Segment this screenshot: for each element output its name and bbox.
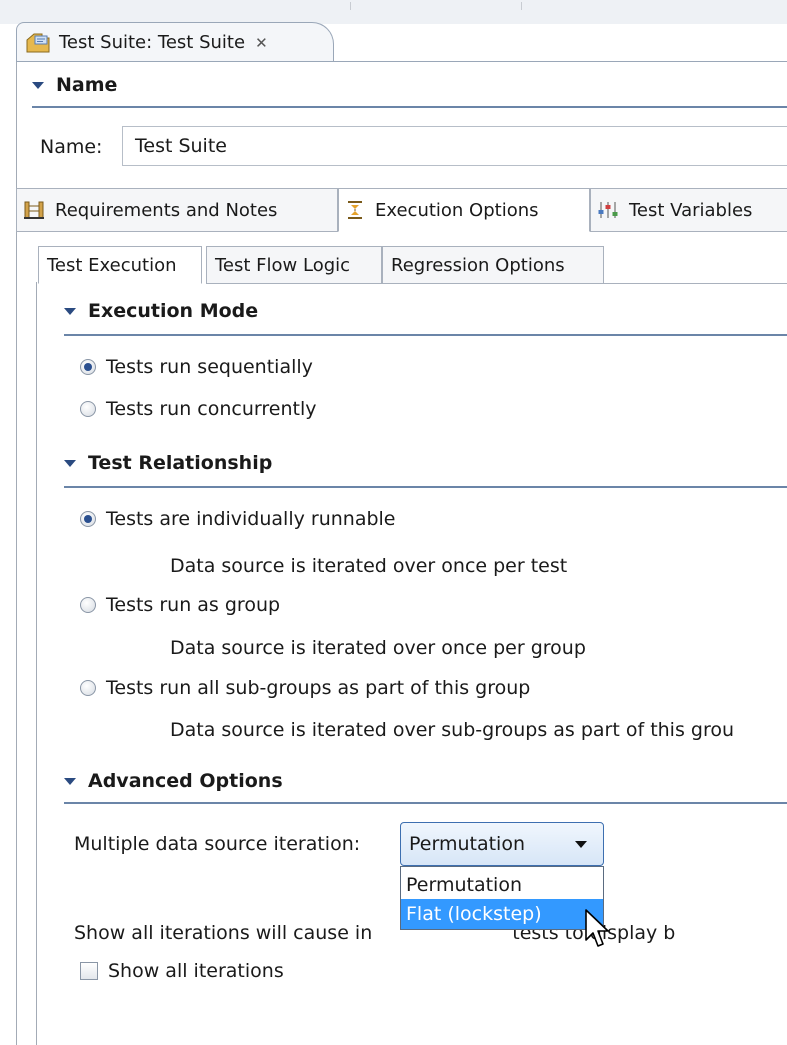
subtab-test-execution[interactable]: Test Execution	[38, 246, 202, 284]
radio-tests-run-concurrently[interactable]: Tests run concurrently	[80, 398, 316, 420]
test-relationship-header[interactable]: Test Relationship	[64, 452, 272, 474]
tab-label: Execution Options	[375, 199, 539, 221]
section-divider	[32, 106, 787, 108]
subtab-label: Regression Options	[391, 254, 565, 276]
execution-mode-header[interactable]: Execution Mode	[64, 300, 258, 322]
checkbox-label: Show all iterations	[108, 960, 284, 982]
advanced-options-title: Advanced Options	[88, 770, 283, 792]
subtab-baseline	[604, 283, 787, 284]
collapse-triangle-icon	[64, 777, 76, 785]
option-description: Data source is iterated over sub-groups …	[170, 719, 735, 741]
collapse-triangle-icon	[64, 307, 76, 315]
mouse-pointer-icon	[585, 909, 609, 947]
editor-tab-title: Test Suite: Test Suite	[59, 32, 246, 53]
iteration-label: Multiple data source iteration:	[74, 833, 361, 855]
name-section-title: Name	[56, 74, 118, 96]
radio-tests-individually-runnable[interactable]: Tests are individually runnable	[80, 508, 396, 530]
subtab-test-flow-logic[interactable]: Test Flow Logic	[206, 246, 382, 284]
radio-tests-run-sequentially[interactable]: Tests run sequentially	[80, 356, 313, 378]
radio-label: Tests run sequentially	[106, 356, 313, 378]
collapse-triangle-icon	[32, 81, 44, 89]
toolbar-separator	[521, 2, 522, 10]
radio-unselected-icon	[80, 597, 96, 613]
radio-label: Tests run concurrently	[106, 398, 317, 420]
test-suite-icon	[26, 33, 50, 52]
radio-unselected-icon	[80, 401, 96, 417]
show-all-iterations-checkbox[interactable]: Show all iterations	[80, 960, 284, 982]
radio-label: Tests run as group	[106, 594, 281, 616]
checkbox-unchecked-icon	[80, 962, 98, 980]
tab-requirements-and-notes[interactable]: Requirements and Notes	[16, 188, 338, 232]
tab-label: Requirements and Notes	[55, 199, 278, 221]
option-description: Data source is iterated over once per te…	[170, 555, 568, 577]
radio-selected-icon	[80, 359, 96, 375]
radio-tests-run-all-sub-groups[interactable]: Tests run all sub-groups as part of this…	[80, 677, 530, 699]
radio-selected-icon	[80, 511, 96, 527]
execution-icon	[348, 201, 362, 219]
subtab-label: Test Execution	[47, 254, 177, 276]
dropdown-option-permutation[interactable]: Permutation	[401, 870, 603, 900]
note-text-start: Show all iterations will cause in	[74, 922, 373, 944]
tab-label: Test Variables	[629, 199, 753, 221]
iteration-dropdown-list: Permutation Flat (lockstep)	[400, 866, 604, 930]
radio-label: Tests are individually runnable	[106, 508, 396, 530]
section-divider	[64, 802, 787, 804]
section-divider	[64, 486, 787, 488]
subtab-frame-border	[36, 282, 37, 1045]
collapse-triangle-icon	[64, 459, 76, 467]
variables-icon	[598, 202, 618, 218]
radio-tests-run-as-group[interactable]: Tests run as group	[80, 594, 280, 616]
name-input[interactable]: Test Suite	[122, 126, 787, 166]
execution-mode-title: Execution Mode	[88, 300, 259, 322]
window-top-strip	[0, 0, 787, 24]
editor-tab[interactable]: Test Suite: Test Suite ✕	[16, 22, 334, 62]
dropdown-option-flat-lockstep[interactable]: Flat (lockstep)	[401, 899, 603, 929]
name-label: Name:	[40, 136, 103, 158]
chevron-down-icon	[575, 841, 587, 848]
test-relationship-title: Test Relationship	[88, 452, 273, 474]
section-divider	[64, 334, 787, 336]
tab-test-variables[interactable]: Test Variables	[590, 188, 787, 232]
toolbar-separator	[350, 2, 351, 10]
close-icon[interactable]: ✕	[255, 34, 268, 52]
tab-execution-options[interactable]: Execution Options	[338, 188, 590, 232]
name-section-header[interactable]: Name	[32, 74, 117, 96]
radio-unselected-icon	[80, 680, 96, 696]
subtab-label: Test Flow Logic	[215, 254, 351, 276]
advanced-options-header[interactable]: Advanced Options	[64, 770, 283, 792]
iteration-select-value: Permutation	[409, 833, 525, 855]
sub-tab-bar: Test Execution Test Flow Logic Regressio…	[38, 246, 787, 284]
subtab-regression-options[interactable]: Regression Options	[382, 246, 604, 284]
radio-label: Tests run all sub-groups as part of this…	[106, 677, 531, 699]
main-tab-bar: Requirements and Notes Execution Options…	[16, 188, 787, 232]
requirements-icon	[24, 201, 44, 219]
option-description: Data source is iterated over once per gr…	[170, 637, 586, 659]
iteration-select[interactable]: Permutation	[400, 822, 604, 866]
